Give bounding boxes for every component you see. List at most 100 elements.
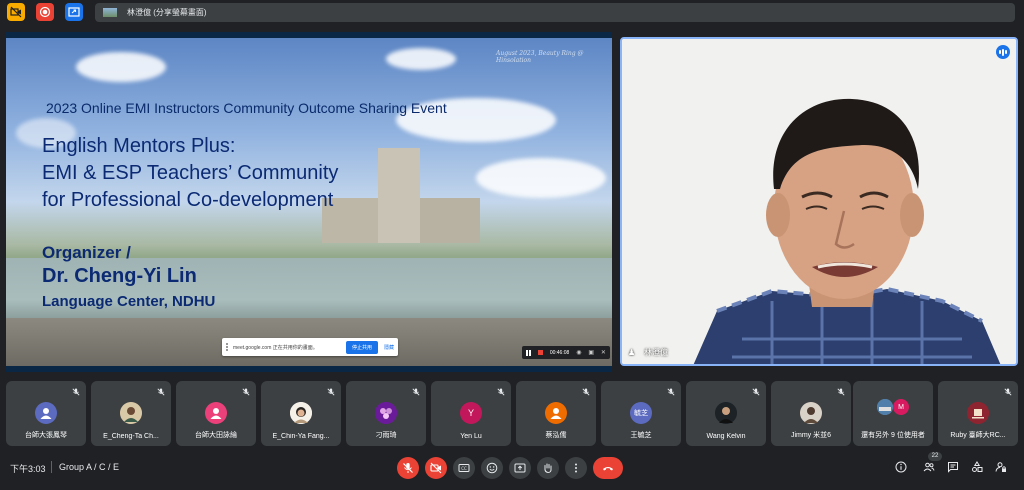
chat-icon (948, 462, 958, 473)
participant-tile[interactable]: 台師大張鳳琴 (6, 381, 86, 446)
participant-name: Yen Lu (460, 433, 482, 440)
mic-off-icon (403, 463, 413, 473)
stop-sharing-button[interactable]: 停止共用 (345, 340, 378, 354)
participant-tile[interactable]: E_Chin-Ya Fang... (261, 381, 341, 446)
avatar (35, 402, 57, 424)
mic-off-icon (412, 388, 420, 396)
mic-off-icon (1004, 388, 1012, 396)
participant-tile[interactable]: Y Yen Lu (431, 381, 511, 446)
mic-off-icon (582, 388, 590, 396)
close-icon[interactable]: ✕ (601, 349, 606, 356)
mic-off-icon (752, 388, 760, 396)
slide-title-line: EMI & ESP Teachers’ Community (42, 162, 339, 184)
hide-notice-button[interactable]: 隱藏 (384, 344, 394, 351)
slide-background-cloud (476, 158, 606, 198)
more-options-button[interactable] (565, 457, 587, 479)
host-controls-button[interactable] (994, 460, 1008, 474)
avatar: Y (460, 402, 482, 424)
info-icon (895, 461, 907, 473)
bottom-bar: 下午3:03 Group A / C / E CC 22 (0, 452, 1024, 490)
avatar: M (893, 399, 909, 415)
avatar (375, 402, 397, 424)
participant-name: Ruby 臺師大RC... (950, 432, 1006, 439)
slide-background-building (378, 148, 420, 243)
hang-up-icon (603, 467, 613, 471)
hand-icon (544, 463, 552, 474)
camera-toggle-button[interactable] (425, 457, 447, 479)
top-bar: 林澄億 (分享螢幕畫面) (0, 0, 1024, 26)
participant-tile[interactable]: Wang Kelvin (686, 381, 766, 446)
camera-off-icon[interactable] (7, 3, 25, 21)
present-now-button[interactable] (509, 457, 531, 479)
chat-button[interactable] (946, 460, 960, 474)
screen-share-notice: meet.google.com 正在共用你的畫面。 停止共用 隱藏 (222, 338, 398, 356)
avatar (967, 402, 989, 424)
avatar (205, 402, 227, 424)
activities-button[interactable] (970, 460, 984, 474)
slide-background-cloud (76, 52, 166, 82)
people-icon (923, 462, 935, 472)
pause-icon[interactable] (526, 349, 531, 356)
avatar (290, 402, 312, 424)
speaker-label: ♟ 林澄億 (628, 347, 668, 358)
more-vert-icon (575, 463, 577, 473)
participant-name: 蔡泓儒 (545, 432, 567, 439)
participant-name: E_Chin-Ya Fang... (272, 433, 330, 440)
slide-background-building (420, 198, 480, 243)
avatar (800, 402, 822, 424)
mic-off-icon (327, 388, 335, 396)
present-screen-icon[interactable] (65, 3, 83, 21)
recording-icon[interactable] (36, 3, 54, 21)
participant-name: 刁雨琦 (375, 432, 397, 439)
participant-tile[interactable]: 刁雨琦 (346, 381, 426, 446)
captions-button[interactable]: CC (453, 457, 475, 479)
leave-call-button[interactable] (593, 457, 623, 479)
slide-organizer-unit: Language Center, NDHU (42, 293, 216, 310)
speaker-video-tile[interactable]: ♟ 林澄億 (620, 37, 1018, 366)
presenting-banner[interactable]: 林澄億 (分享螢幕畫面) (95, 3, 1015, 22)
participant-tile[interactable]: 蔡泓儒 (516, 381, 596, 446)
screen-recorder-toolbar: 00:46:08 ◉ ▣ ✕ (522, 346, 610, 359)
slide-organizer-label: Organizer / (42, 243, 131, 262)
people-button[interactable] (922, 460, 936, 474)
participant-name: 王毓芝 (630, 432, 652, 439)
participant-name: 還有另外 9 位使用者 (861, 432, 925, 439)
participant-name: 台師大田詠綸 (195, 432, 237, 439)
participant-tile[interactable]: E_Cheng-Ta Ch... (91, 381, 171, 446)
participant-name: E_Cheng-Ta Ch... (103, 433, 159, 440)
participant-tile[interactable]: Jimmy 米並6 (771, 381, 851, 446)
lock-person-icon (995, 462, 1006, 472)
draw-icon[interactable]: ▣ (588, 349, 594, 356)
avatar (715, 402, 737, 424)
stop-record-icon[interactable] (537, 350, 543, 355)
participant-name: 台師大張鳳琴 (25, 432, 67, 439)
slide-background-cloud (386, 48, 456, 70)
camera-icon[interactable]: ◉ (576, 349, 581, 356)
more-participants-tile[interactable]: M 還有另外 9 位使用者 (853, 381, 933, 446)
shared-screen: August 2023, Beauty Ring @ Hinsolation 2… (6, 32, 612, 372)
avatar (545, 402, 567, 424)
presenting-text: 林澄億 (分享螢幕畫面) (127, 8, 207, 17)
slide-title-line: English Mentors Plus: (42, 135, 236, 157)
mic-off-icon (157, 388, 165, 396)
avatar: 毓芝 (630, 402, 652, 424)
recording-timer: 00:46:08 (549, 349, 570, 356)
participant-tile[interactable]: 毓芝 王毓芝 (601, 381, 681, 446)
speaking-indicator-icon (996, 45, 1010, 59)
raise-hand-button[interactable] (537, 457, 559, 479)
slide-main-title: English Mentors Plus: EMI & ESP Teachers… (42, 133, 338, 214)
pin-icon[interactable]: ♟ (628, 348, 636, 357)
reactions-button[interactable] (481, 457, 503, 479)
share-notice-text: meet.google.com 正在共用你的畫面。 (233, 344, 318, 351)
slide-watermark: August 2023, Beauty Ring @ Hinsolation (496, 50, 584, 64)
mic-off-icon (242, 388, 250, 396)
participant-tile[interactable]: 台師大田詠綸 (176, 381, 256, 446)
participant-name: Jimmy 米並6 (790, 432, 832, 439)
present-icon (514, 463, 526, 473)
drag-handle-icon[interactable] (226, 343, 230, 351)
divider (51, 461, 52, 473)
microphone-toggle-button[interactable] (397, 457, 419, 479)
participant-tile[interactable]: Ruby 臺師大RC... (938, 381, 1018, 446)
speaker-name: 林澄億 (644, 348, 668, 357)
meeting-details-button[interactable] (894, 460, 908, 474)
